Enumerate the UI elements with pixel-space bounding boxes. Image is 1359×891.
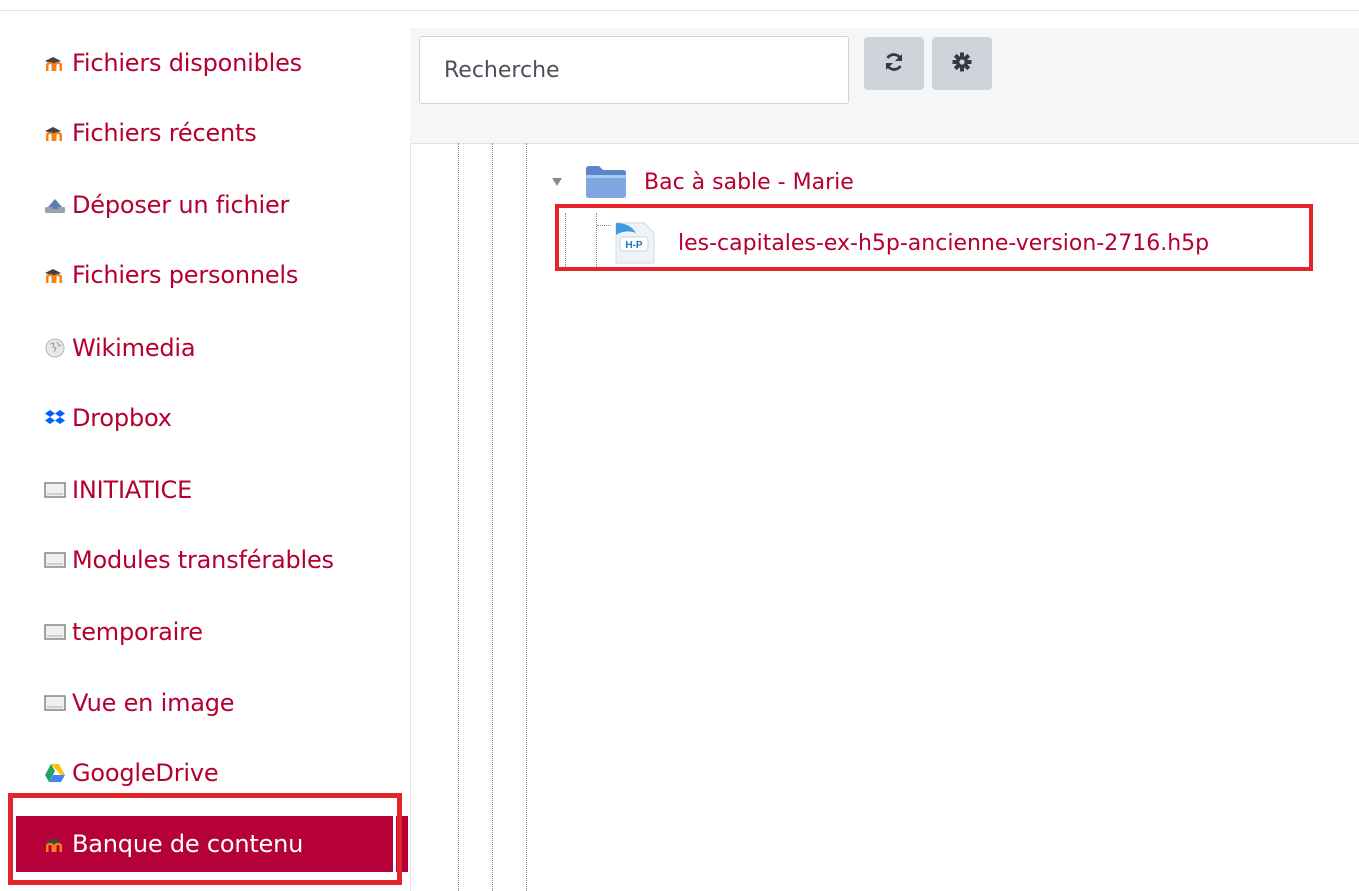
upload-icon bbox=[44, 195, 66, 215]
tree-folder-node[interactable]: Bac à sable - Marie bbox=[552, 160, 854, 204]
repo-item-label: GoogleDrive bbox=[72, 759, 219, 787]
repo-item-label: Wikimedia bbox=[72, 334, 196, 362]
tree-guide-line bbox=[458, 143, 459, 891]
dropbox-icon bbox=[44, 408, 66, 428]
repo-item-label: Fichiers disponibles bbox=[72, 49, 302, 77]
repository-icon bbox=[44, 480, 66, 500]
repository-icon bbox=[44, 550, 66, 570]
repo-item-fichiers-recents[interactable]: Fichiers récents bbox=[10, 105, 408, 161]
repo-item-googledrive[interactable]: GoogleDrive bbox=[10, 745, 408, 801]
gear-icon bbox=[951, 51, 973, 77]
repo-item-modules-transferables[interactable]: Modules transférables bbox=[10, 532, 408, 588]
repo-item-dropbox[interactable]: Dropbox bbox=[10, 390, 408, 446]
top-divider bbox=[0, 10, 1359, 11]
repo-item-label: Déposer un fichier bbox=[72, 191, 290, 219]
tree-guide-line bbox=[526, 143, 527, 891]
svg-text:H-P: H-P bbox=[625, 240, 643, 251]
repo-item-label: INITIATICE bbox=[72, 476, 193, 504]
repo-item-deposer-un-fichier[interactable]: Déposer un fichier bbox=[10, 177, 408, 233]
folder-icon bbox=[584, 165, 628, 199]
repo-item-temporaire[interactable]: temporaire bbox=[10, 604, 408, 660]
h5p-file-icon: H-P bbox=[612, 221, 656, 265]
search-input[interactable] bbox=[419, 36, 849, 104]
google-drive-icon bbox=[44, 763, 66, 783]
moodle-icon bbox=[44, 265, 66, 285]
tree-connector bbox=[597, 225, 611, 226]
tree-folder-label: Bac à sable - Marie bbox=[644, 169, 854, 195]
tree-guide-line bbox=[492, 143, 493, 891]
tree-connector bbox=[596, 213, 597, 269]
refresh-icon bbox=[883, 51, 905, 77]
repo-item-banque-de-contenu[interactable]: Banque de contenu bbox=[10, 816, 408, 872]
tree-file-label: les-capitales-ex-h5p-ancienne-version-27… bbox=[678, 230, 1210, 256]
settings-button[interactable] bbox=[932, 37, 992, 90]
repo-item-label: Banque de contenu bbox=[72, 830, 304, 858]
repository-icon bbox=[44, 693, 66, 713]
repo-item-label: Fichiers personnels bbox=[72, 261, 299, 289]
repo-item-label: Vue en image bbox=[72, 689, 235, 717]
moodle-icon bbox=[44, 123, 66, 143]
refresh-button[interactable] bbox=[864, 37, 924, 90]
repo-item-label: Dropbox bbox=[72, 404, 172, 432]
repo-item-wikimedia[interactable]: Wikimedia bbox=[10, 320, 408, 376]
wikimedia-icon bbox=[44, 338, 66, 358]
repo-item-vue-en-image[interactable]: Vue en image bbox=[10, 675, 408, 731]
tree-file-node[interactable]: H-P les-capitales-ex-h5p-ancienne-versio… bbox=[612, 218, 1209, 268]
repo-item-fichiers-disponibles[interactable]: Fichiers disponibles bbox=[10, 35, 408, 91]
repo-item-label: Fichiers récents bbox=[72, 119, 257, 147]
moodle-icon bbox=[44, 834, 66, 854]
repo-item-initiatice[interactable]: INITIATICE bbox=[10, 462, 408, 518]
repo-item-label: temporaire bbox=[72, 618, 203, 646]
expand-triangle-icon bbox=[552, 178, 570, 186]
moodle-icon bbox=[44, 53, 66, 73]
repo-item-fichiers-personnels[interactable]: Fichiers personnels bbox=[10, 247, 408, 303]
repository-icon bbox=[44, 622, 66, 642]
repo-item-label: Modules transférables bbox=[72, 546, 334, 574]
tree-connector bbox=[565, 213, 566, 269]
panel-divider bbox=[410, 28, 411, 891]
repository-list: Fichiers disponibles Fichiers récents Dé… bbox=[0, 28, 410, 891]
